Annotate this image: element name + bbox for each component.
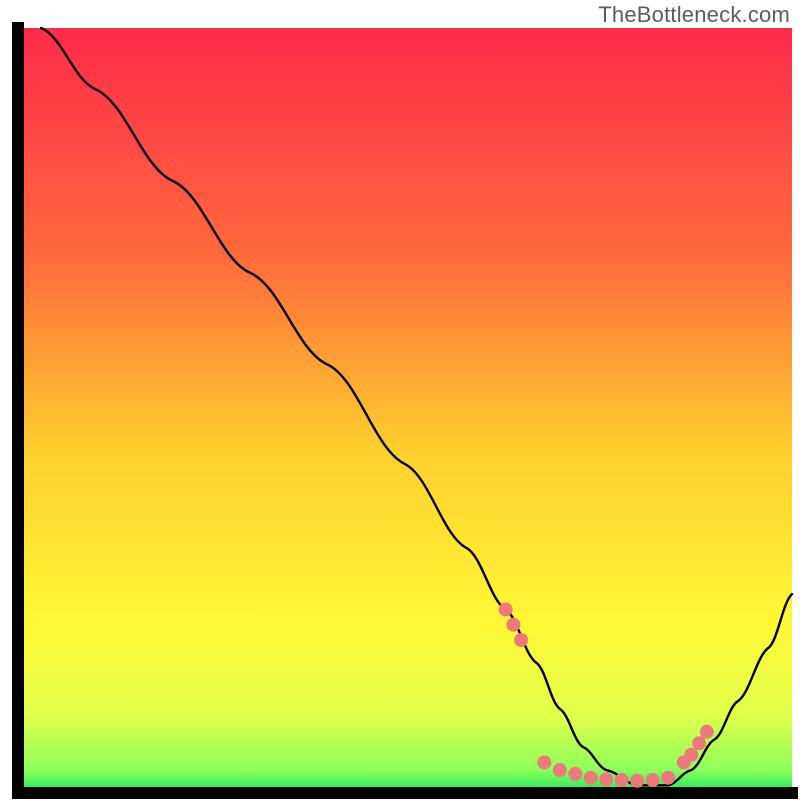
pink-dot xyxy=(506,618,520,632)
plot-background xyxy=(18,28,792,793)
pink-dot xyxy=(630,774,644,788)
pink-dot xyxy=(514,633,528,647)
chart-frame: TheBottleneck.com xyxy=(0,0,800,800)
pink-dot xyxy=(599,772,613,786)
pink-dot xyxy=(553,763,567,777)
pink-dot xyxy=(537,755,551,769)
pink-dot xyxy=(700,725,714,739)
bottleneck-chart-svg xyxy=(0,0,800,800)
pink-dot xyxy=(499,602,513,616)
pink-dot xyxy=(684,748,698,762)
pink-dot xyxy=(568,767,582,781)
pink-dot xyxy=(584,771,598,785)
pink-dot xyxy=(661,771,675,785)
pink-dot xyxy=(646,773,660,787)
pink-dot xyxy=(692,736,706,750)
pink-dot xyxy=(615,773,629,787)
